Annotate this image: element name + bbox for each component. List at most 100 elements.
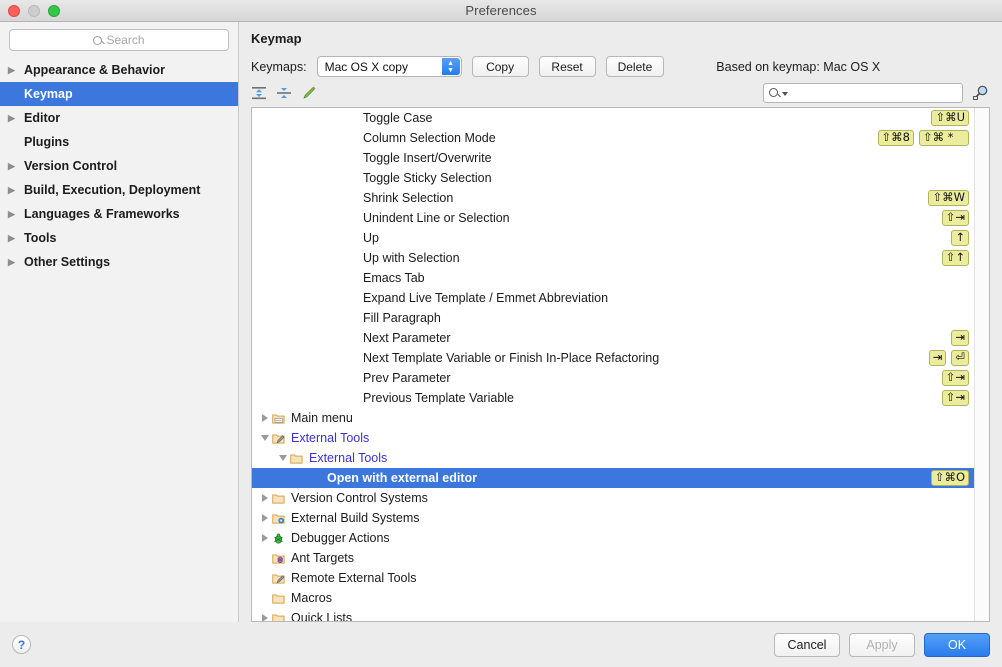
find-by-shortcut-icon[interactable]: [972, 84, 990, 102]
tree-action-row[interactable]: Previous Template Variable ⇧⇥: [252, 388, 974, 408]
cancel-button[interactable]: Cancel: [774, 632, 840, 657]
expand-all-icon[interactable]: [251, 85, 267, 101]
sidebar-item-languages-frameworks[interactable]: ▶ Languages & Frameworks: [0, 202, 238, 226]
chevron-right-icon[interactable]: ▶: [8, 257, 22, 267]
tree-row-label: Emacs Tab: [363, 271, 425, 285]
sidebar-item-version-control[interactable]: ▶ Version Control: [0, 154, 238, 178]
sidebar-item-label: Version Control: [24, 159, 118, 173]
tree-row-label: Unindent Line or Selection: [363, 211, 510, 225]
sidebar-item-label: Keymap: [24, 87, 73, 101]
tree-action-row[interactable]: Toggle Case ⇧⌘U: [252, 108, 974, 128]
tree-action-row[interactable]: Toggle Sticky Selection: [252, 168, 974, 188]
chevron-right-icon[interactable]: ▶: [8, 233, 22, 243]
tree-action-row[interactable]: Column Selection Mode ⇧⌘8 ⇧⌘ *: [252, 128, 974, 148]
sidebar-item-label: Other Settings: [24, 255, 111, 269]
help-button[interactable]: ?: [12, 635, 31, 654]
shortcut-badges: ⇧⌘O: [930, 470, 969, 486]
shortcut-badge: ⇧⌘U: [931, 110, 969, 126]
folder-gear-icon: [272, 512, 289, 525]
window-controls[interactable]: [8, 5, 60, 17]
tree-row-label: Column Selection Mode: [363, 131, 496, 145]
sidebar-item-keymap[interactable]: ▶Keymap: [0, 82, 238, 106]
folder-icon: [272, 492, 289, 505]
chevron-right-icon[interactable]: ▶: [8, 65, 22, 75]
tree-row-label: Next Parameter: [363, 331, 451, 345]
chevron-right-icon[interactable]: [258, 514, 272, 522]
close-window-button[interactable]: [8, 5, 20, 17]
title-bar: Preferences: [0, 0, 1002, 22]
tree-group-row[interactable]: External Tools: [252, 428, 974, 448]
sidebar-item-label: Tools: [24, 231, 57, 245]
chevron-right-icon[interactable]: ▶: [8, 161, 22, 171]
sidebar-item-editor[interactable]: ▶ Editor: [0, 106, 238, 130]
shortcut-badge: ⇧⇥: [941, 390, 969, 406]
vertical-scrollbar[interactable]: [974, 108, 989, 621]
sidebar-item-other-settings[interactable]: ▶ Other Settings: [0, 250, 238, 274]
window-title: Preferences: [465, 3, 537, 18]
search-input[interactable]: Search: [9, 29, 229, 51]
tree-group-row[interactable]: Version Control Systems: [252, 488, 974, 508]
tree-action-row[interactable]: Emacs Tab: [252, 268, 974, 288]
maximize-window-button[interactable]: [48, 5, 60, 17]
shortcut-badge: ⇧↑: [941, 250, 969, 266]
tree-action-row[interactable]: Toggle Insert/Overwrite: [252, 148, 974, 168]
chevron-right-icon[interactable]: [258, 494, 272, 502]
tree-action-row[interactable]: Next Template Variable or Finish In-Plac…: [252, 348, 974, 368]
folder-ant-icon: [272, 552, 289, 565]
sidebar-search-wrap: Search: [0, 29, 238, 58]
tree-action-row[interactable]: Prev Parameter ⇧⇥: [252, 368, 974, 388]
tree-action-row[interactable]: Up with Selection ⇧↑: [252, 248, 974, 268]
tree-row-label: Next Template Variable or Finish In-Plac…: [363, 351, 660, 365]
actions-tree-scroll[interactable]: Toggle Case ⇧⌘U Column Selection Mode ⇧⌘8 ⇧⌘…: [252, 108, 974, 621]
chevron-down-icon[interactable]: [276, 455, 290, 461]
ok-button[interactable]: OK: [924, 632, 990, 657]
chevron-right-icon[interactable]: ▶: [8, 209, 22, 219]
chevron-right-icon[interactable]: [258, 534, 272, 542]
chevron-right-icon[interactable]: ▶: [8, 185, 22, 195]
tree-action-row[interactable]: Fill Paragraph: [252, 308, 974, 328]
tree-row-label: Macros: [291, 591, 332, 605]
chevron-right-icon[interactable]: [258, 414, 272, 422]
find-action-input[interactable]: [763, 82, 963, 103]
tree-action-row[interactable]: Shrink Selection ⇧⌘W: [252, 188, 974, 208]
sidebar-item-build-execution-deployment[interactable]: ▶ Build, Execution, Deployment: [0, 178, 238, 202]
tree-action-row[interactable]: Next Parameter ⇥: [252, 328, 974, 348]
chevron-down-icon[interactable]: [258, 435, 272, 441]
tree-action-row[interactable]: Up ↑: [252, 228, 974, 248]
reset-button[interactable]: Reset: [538, 56, 596, 77]
tree-action-row[interactable]: Expand Live Template / Emmet Abbreviatio…: [252, 288, 974, 308]
collapse-all-icon[interactable]: [276, 85, 292, 101]
tree-group-row[interactable]: Remote External Tools: [252, 568, 974, 588]
tree-group-row[interactable]: Main menu: [252, 408, 974, 428]
tree-row-label: Toggle Case: [363, 111, 433, 125]
folder-menu-icon: [272, 412, 289, 425]
tree-group-row[interactable]: Quick Lists: [252, 608, 974, 621]
settings-sidebar: Search ▶Appearance & Behavior▶Keymap▶Edi…: [0, 22, 239, 622]
tree-group-row[interactable]: External Tools: [252, 448, 974, 468]
tree-group-row[interactable]: Macros: [252, 588, 974, 608]
sidebar-item-tools[interactable]: ▶ Tools: [0, 226, 238, 250]
tree-group-row[interactable]: External Build Systems: [252, 508, 974, 528]
sidebar-item-plugins[interactable]: ▶Plugins: [0, 130, 238, 154]
sidebar-item-label: Editor: [24, 111, 61, 125]
sidebar-item-appearance-behavior[interactable]: ▶ Appearance & Behavior: [0, 58, 238, 82]
tree-row-label: Open with external editor: [327, 471, 478, 485]
keymap-select[interactable]: Mac OS X copy ▲ ▼: [316, 56, 462, 77]
chevron-right-icon[interactable]: ▶: [8, 113, 22, 123]
tree-group-row[interactable]: Debugger Actions: [252, 528, 974, 548]
tree-action-row[interactable]: Open with external editor ⇧⌘O: [252, 468, 974, 488]
tree-row-label: Remote External Tools: [291, 571, 417, 585]
find-icon: [769, 88, 778, 97]
tree-row-label: Toggle Sticky Selection: [363, 171, 492, 185]
delete-button[interactable]: Delete: [605, 56, 665, 77]
chevron-right-icon[interactable]: [258, 614, 272, 621]
minimize-window-button[interactable]: [28, 5, 40, 17]
copy-button[interactable]: Copy: [471, 56, 529, 77]
tree-row-label: External Tools: [309, 451, 388, 465]
apply-button[interactable]: Apply: [849, 632, 915, 657]
chevron-updown-icon: ▲ ▼: [441, 58, 460, 75]
shortcut-badges: ⇥: [951, 330, 969, 346]
tree-group-row[interactable]: Ant Targets: [252, 548, 974, 568]
tree-action-row[interactable]: Unindent Line or Selection ⇧⇥: [252, 208, 974, 228]
edit-shortcut-icon[interactable]: [301, 85, 317, 101]
